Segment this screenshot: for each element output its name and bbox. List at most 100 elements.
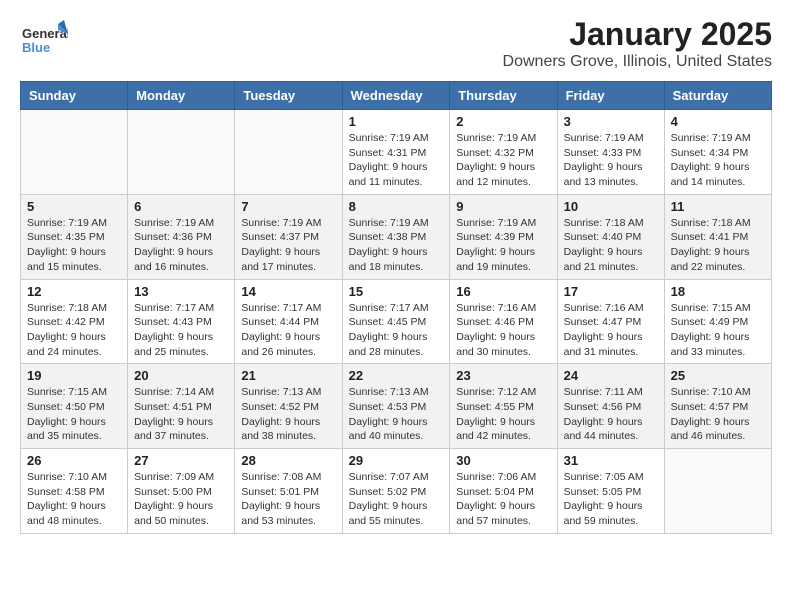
calendar-day-cell: 4Sunrise: 7:19 AM Sunset: 4:34 PM Daylig…	[664, 110, 771, 195]
day-info: Sunrise: 7:10 AM Sunset: 4:57 PM Dayligh…	[671, 385, 765, 444]
day-info: Sunrise: 7:05 AM Sunset: 5:05 PM Dayligh…	[564, 470, 658, 529]
calendar-day-cell: 16 Sunrise: 7:16 AM Sunset: 4:46 PM Dayli…	[450, 279, 557, 364]
header-monday: Monday	[128, 82, 235, 110]
calendar-day-cell: 31 Sunrise: 7:05 AM Sunset: 5:05 PM Dayli…	[557, 449, 664, 534]
day-number: 22	[349, 368, 444, 383]
header-sunday: Sunday	[21, 82, 128, 110]
calendar-day-cell: 29Sunrise: 7:07 AM Sunset: 5:02 PM Dayli…	[342, 449, 450, 534]
calendar-day-cell	[128, 110, 235, 195]
calendar-day-cell: 19 Sunrise: 7:15 AM Sunset: 4:50 PM Dayli…	[21, 364, 128, 449]
calendar-day-cell: 27 Sunrise: 7:09 AM Sunset: 5:00 PM Dayli…	[128, 449, 235, 534]
day-info: Sunrise: 7:17 AM Sunset: 4:44 PM Dayligh…	[241, 301, 335, 360]
calendar-header-row: Sunday Monday Tuesday Wednesday Thursday…	[21, 82, 772, 110]
day-number: 11	[671, 199, 765, 214]
day-number: 19	[27, 368, 121, 383]
header-thursday: Thursday	[450, 82, 557, 110]
logo-icon: General Blue	[20, 16, 68, 64]
calendar-day-cell	[21, 110, 128, 195]
day-info: Sunrise: 7:18 AM Sunset: 4:42 PM Dayligh…	[27, 301, 121, 360]
day-number: 25	[671, 368, 765, 383]
day-info: Sunrise: 7:19 AM Sunset: 4:33 PM Dayligh…	[564, 131, 658, 190]
day-number: 3	[564, 114, 658, 129]
day-number: 24	[564, 368, 658, 383]
day-info: Sunrise: 7:07 AM Sunset: 5:02 PM Dayligh…	[349, 470, 444, 529]
svg-text:Blue: Blue	[22, 40, 50, 55]
calendar-day-cell: 17 Sunrise: 7:16 AM Sunset: 4:47 PM Dayli…	[557, 279, 664, 364]
calendar-week-row: 26Sunrise: 7:10 AM Sunset: 4:58 PM Dayli…	[21, 449, 772, 534]
day-number: 12	[27, 284, 121, 299]
day-info: Sunrise: 7:19 AM Sunset: 4:34 PM Dayligh…	[671, 131, 765, 190]
calendar-day-cell: 2Sunrise: 7:19 AM Sunset: 4:32 PM Daylig…	[450, 110, 557, 195]
day-info: Sunrise: 7:19 AM Sunset: 4:38 PM Dayligh…	[349, 216, 444, 275]
page-subtitle: Downers Grove, Illinois, United States	[503, 53, 772, 71]
day-info: Sunrise: 7:16 AM Sunset: 4:47 PM Dayligh…	[564, 301, 658, 360]
day-number: 27	[134, 453, 228, 468]
day-info: Sunrise: 7:13 AM Sunset: 4:52 PM Dayligh…	[241, 385, 335, 444]
day-info: Sunrise: 7:19 AM Sunset: 4:31 PM Dayligh…	[349, 131, 444, 190]
day-info: Sunrise: 7:16 AM Sunset: 4:46 PM Dayligh…	[456, 301, 550, 360]
calendar-week-row: 5 Sunrise: 7:19 AM Sunset: 4:35 PM Daylig…	[21, 194, 772, 279]
day-number: 16	[456, 284, 550, 299]
logo: General Blue	[20, 16, 68, 69]
day-info: Sunrise: 7:06 AM Sunset: 5:04 PM Dayligh…	[456, 470, 550, 529]
day-info: Sunrise: 7:15 AM Sunset: 4:49 PM Dayligh…	[671, 301, 765, 360]
calendar-day-cell: 28 Sunrise: 7:08 AM Sunset: 5:01 PM Dayli…	[235, 449, 342, 534]
day-number: 15	[349, 284, 444, 299]
calendar-day-cell: 7Sunrise: 7:19 AM Sunset: 4:37 PM Daylig…	[235, 194, 342, 279]
calendar-day-cell: 1Sunrise: 7:19 AM Sunset: 4:31 PM Daylig…	[342, 110, 450, 195]
day-number: 7	[241, 199, 335, 214]
header-tuesday: Tuesday	[235, 82, 342, 110]
day-info: Sunrise: 7:18 AM Sunset: 4:41 PM Dayligh…	[671, 216, 765, 275]
page-header: General Blue January 2025 Downers Grove,…	[20, 16, 772, 71]
calendar-day-cell: 23 Sunrise: 7:12 AM Sunset: 4:55 PM Dayli…	[450, 364, 557, 449]
calendar-day-cell: 10 Sunrise: 7:18 AM Sunset: 4:40 PM Dayli…	[557, 194, 664, 279]
day-info: Sunrise: 7:09 AM Sunset: 5:00 PM Dayligh…	[134, 470, 228, 529]
calendar-day-cell: 26Sunrise: 7:10 AM Sunset: 4:58 PM Dayli…	[21, 449, 128, 534]
header-friday: Friday	[557, 82, 664, 110]
calendar-day-cell: 30Sunrise: 7:06 AM Sunset: 5:04 PM Dayli…	[450, 449, 557, 534]
calendar-day-cell: 11 Sunrise: 7:18 AM Sunset: 4:41 PM Dayli…	[664, 194, 771, 279]
day-info: Sunrise: 7:15 AM Sunset: 4:50 PM Dayligh…	[27, 385, 121, 444]
day-info: Sunrise: 7:12 AM Sunset: 4:55 PM Dayligh…	[456, 385, 550, 444]
day-number: 28	[241, 453, 335, 468]
calendar-day-cell: 21Sunrise: 7:13 AM Sunset: 4:52 PM Dayli…	[235, 364, 342, 449]
day-info: Sunrise: 7:17 AM Sunset: 4:45 PM Dayligh…	[349, 301, 444, 360]
day-number: 18	[671, 284, 765, 299]
page-title: January 2025	[503, 16, 772, 53]
day-number: 13	[134, 284, 228, 299]
calendar-day-cell: 6Sunrise: 7:19 AM Sunset: 4:36 PM Daylig…	[128, 194, 235, 279]
day-number: 31	[564, 453, 658, 468]
day-number: 20	[134, 368, 228, 383]
day-info: Sunrise: 7:08 AM Sunset: 5:01 PM Dayligh…	[241, 470, 335, 529]
day-info: Sunrise: 7:19 AM Sunset: 4:39 PM Dayligh…	[456, 216, 550, 275]
day-number: 10	[564, 199, 658, 214]
day-info: Sunrise: 7:13 AM Sunset: 4:53 PM Dayligh…	[349, 385, 444, 444]
day-info: Sunrise: 7:19 AM Sunset: 4:32 PM Dayligh…	[456, 131, 550, 190]
calendar-day-cell: 15 Sunrise: 7:17 AM Sunset: 4:45 PM Dayli…	[342, 279, 450, 364]
calendar-week-row: 12 Sunrise: 7:18 AM Sunset: 4:42 PM Dayli…	[21, 279, 772, 364]
title-block: January 2025 Downers Grove, Illinois, Un…	[503, 16, 772, 71]
day-number: 9	[456, 199, 550, 214]
header-wednesday: Wednesday	[342, 82, 450, 110]
day-number: 26	[27, 453, 121, 468]
day-number: 17	[564, 284, 658, 299]
day-info: Sunrise: 7:14 AM Sunset: 4:51 PM Dayligh…	[134, 385, 228, 444]
calendar-day-cell: 20 Sunrise: 7:14 AM Sunset: 4:51 PM Dayli…	[128, 364, 235, 449]
calendar-day-cell: 22 Sunrise: 7:13 AM Sunset: 4:53 PM Dayli…	[342, 364, 450, 449]
day-number: 14	[241, 284, 335, 299]
day-info: Sunrise: 7:17 AM Sunset: 4:43 PM Dayligh…	[134, 301, 228, 360]
header-saturday: Saturday	[664, 82, 771, 110]
calendar-day-cell: 14 Sunrise: 7:17 AM Sunset: 4:44 PM Dayli…	[235, 279, 342, 364]
calendar-week-row: 1Sunrise: 7:19 AM Sunset: 4:31 PM Daylig…	[21, 110, 772, 195]
calendar-day-cell: 18 Sunrise: 7:15 AM Sunset: 4:49 PM Dayli…	[664, 279, 771, 364]
calendar-table: Sunday Monday Tuesday Wednesday Thursday…	[20, 81, 772, 534]
calendar-day-cell: 5 Sunrise: 7:19 AM Sunset: 4:35 PM Daylig…	[21, 194, 128, 279]
day-number: 23	[456, 368, 550, 383]
day-number: 5	[27, 199, 121, 214]
day-number: 6	[134, 199, 228, 214]
calendar-day-cell	[235, 110, 342, 195]
calendar-day-cell: 24 Sunrise: 7:11 AM Sunset: 4:56 PM Dayli…	[557, 364, 664, 449]
day-info: Sunrise: 7:11 AM Sunset: 4:56 PM Dayligh…	[564, 385, 658, 444]
day-info: Sunrise: 7:18 AM Sunset: 4:40 PM Dayligh…	[564, 216, 658, 275]
day-info: Sunrise: 7:19 AM Sunset: 4:35 PM Dayligh…	[27, 216, 121, 275]
